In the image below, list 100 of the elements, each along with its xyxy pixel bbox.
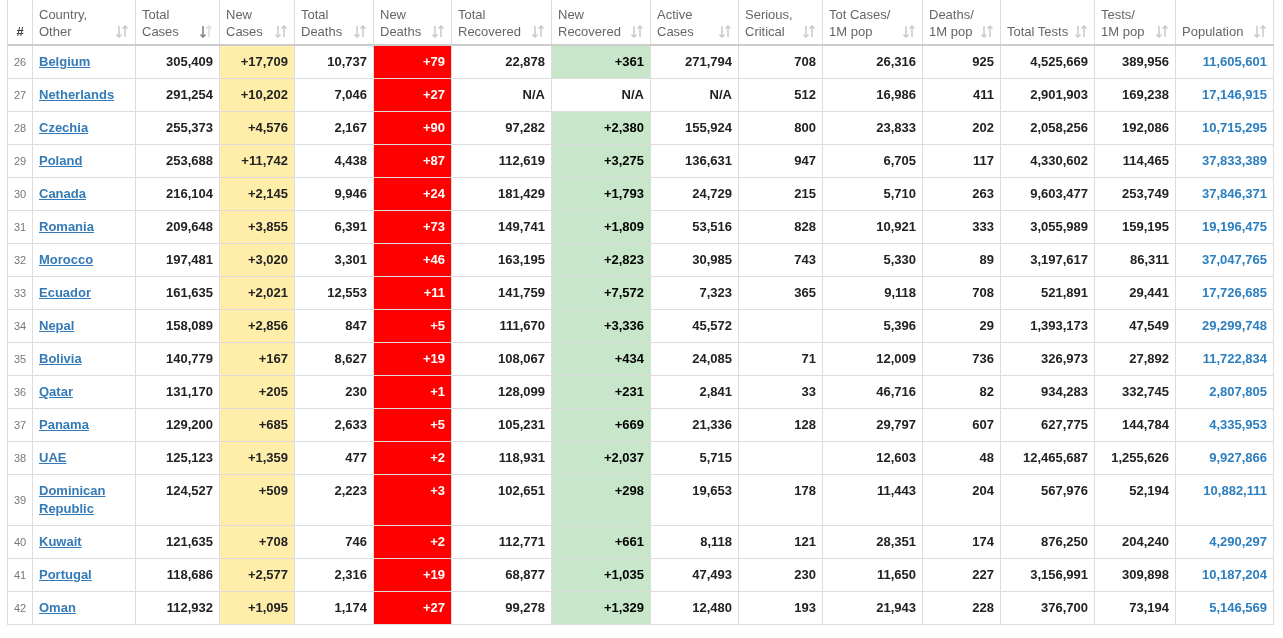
table-cell: +3: [373, 474, 452, 526]
table-cell: 89: [922, 243, 1001, 277]
row-number: 29: [13, 155, 27, 167]
sort-icon[interactable]: [432, 25, 445, 38]
table-cell: 12,009: [822, 342, 923, 376]
table-cell: 228: [922, 591, 1001, 625]
table-cell: +17,709: [219, 45, 295, 79]
table-cell: 121,635: [135, 525, 220, 559]
table-cell: 3,197,617: [1000, 243, 1095, 277]
table-cell: 181,429: [451, 177, 552, 211]
table-cell: 11,722,834: [1175, 342, 1274, 376]
table-cell: 155,924: [650, 111, 739, 145]
table-cell: +10,202: [219, 78, 295, 112]
table-cell: 102,651: [451, 474, 552, 526]
table-cell: 111,670: [451, 309, 552, 343]
table-cell: 204,240: [1094, 525, 1176, 559]
table-cell: +298: [551, 474, 651, 526]
table-cell: 27,892: [1094, 342, 1176, 376]
table-cell: +2,021: [219, 276, 295, 310]
sort-icon[interactable]: [354, 25, 367, 38]
table-cell: +669: [551, 408, 651, 442]
table-cell: +46: [373, 243, 452, 277]
table-cell: 10,715,295: [1175, 111, 1274, 145]
table-cell: 253,749: [1094, 177, 1176, 211]
table-cell: 37,047,765: [1175, 243, 1274, 277]
table-cell: 29: [922, 309, 1001, 343]
country-link[interactable]: Nepal: [39, 317, 75, 335]
table-cell: 204: [922, 474, 1001, 526]
sort-icon[interactable]: [981, 25, 994, 38]
table-cell: 97,282: [451, 111, 552, 145]
table-cell: 118,686: [135, 558, 220, 592]
table-cell: 47,493: [650, 558, 739, 592]
table-cell: 140,779: [135, 342, 220, 376]
table-cell: +2: [373, 441, 452, 475]
table-cell: 12,480: [650, 591, 739, 625]
table-cell: +3,020: [219, 243, 295, 277]
table-cell: 22,878: [451, 45, 552, 79]
table-cell: 68,877: [451, 558, 552, 592]
sort-icon[interactable]: [275, 25, 288, 38]
table-cell: 161,635: [135, 276, 220, 310]
table-cell: 253,688: [135, 144, 220, 178]
table-cell: 82: [922, 375, 1001, 409]
table-cell: 708: [738, 45, 823, 79]
table-cell: +27: [373, 591, 452, 625]
sort-icon[interactable]: [1254, 25, 1267, 38]
table-cell: 149,741: [451, 210, 552, 244]
sort-icon[interactable]: [1156, 25, 1169, 38]
table-cell: 158,089: [135, 309, 220, 343]
table-cell: 333: [922, 210, 1001, 244]
table-cell: 19,653: [650, 474, 739, 526]
sort-icon[interactable]: [532, 25, 545, 38]
table-cell: 5,710: [822, 177, 923, 211]
table-cell: +4,576: [219, 111, 295, 145]
sort-icon[interactable]: [200, 25, 213, 38]
sort-icon[interactable]: [631, 25, 644, 38]
sort-icon[interactable]: [116, 25, 129, 38]
table-cell: +2: [373, 525, 452, 559]
sort-icon[interactable]: [1075, 25, 1088, 38]
table-cell: +231: [551, 375, 651, 409]
table-cell: 129,200: [135, 408, 220, 442]
table-cell: 263: [922, 177, 1001, 211]
table-cell: N/A: [650, 78, 739, 112]
table-cell: 24,729: [650, 177, 739, 211]
table-cell: 131,170: [135, 375, 220, 409]
table-cell: +1,035: [551, 558, 651, 592]
table-cell: 47,549: [1094, 309, 1176, 343]
table-cell: 48: [922, 441, 1001, 475]
row-number: 38: [13, 452, 27, 464]
column-header: #: [16, 23, 24, 40]
table-cell: +3,275: [551, 144, 651, 178]
table-cell: 9,118: [822, 276, 923, 310]
table-cell: 216,104: [135, 177, 220, 211]
country-link[interactable]: Oman: [39, 599, 76, 617]
table-cell: 934,283: [1000, 375, 1095, 409]
table-cell: 141,759: [451, 276, 552, 310]
table-cell: 29,299,748: [1175, 309, 1274, 343]
table-cell: 112,771: [451, 525, 552, 559]
table-cell: 2,807,805: [1175, 375, 1274, 409]
table-cell: 192,086: [1094, 111, 1176, 145]
table-cell: +7,572: [551, 276, 651, 310]
row-number: 28: [13, 122, 27, 134]
table-cell: 2,316: [294, 558, 374, 592]
table-cell: 10,882,111: [1175, 474, 1274, 526]
row-number: 26: [13, 56, 27, 68]
row-number: 42: [13, 602, 27, 614]
table-cell: 136,631: [650, 144, 739, 178]
country-link[interactable]: Qatar: [39, 383, 73, 401]
table-cell: 197,481: [135, 243, 220, 277]
sort-icon[interactable]: [719, 25, 732, 38]
table-cell: +73: [373, 210, 452, 244]
table-cell: 19,196,475: [1175, 210, 1274, 244]
table-cell: 8,627: [294, 342, 374, 376]
row-number: 31: [13, 221, 27, 233]
table-cell: +1,809: [551, 210, 651, 244]
table-cell: 1,255,626: [1094, 441, 1176, 475]
table-cell: 114,465: [1094, 144, 1176, 178]
sort-icon[interactable]: [803, 25, 816, 38]
sort-icon[interactable]: [903, 25, 916, 38]
table-cell: 477: [294, 441, 374, 475]
country-link[interactable]: UAE: [39, 449, 67, 467]
